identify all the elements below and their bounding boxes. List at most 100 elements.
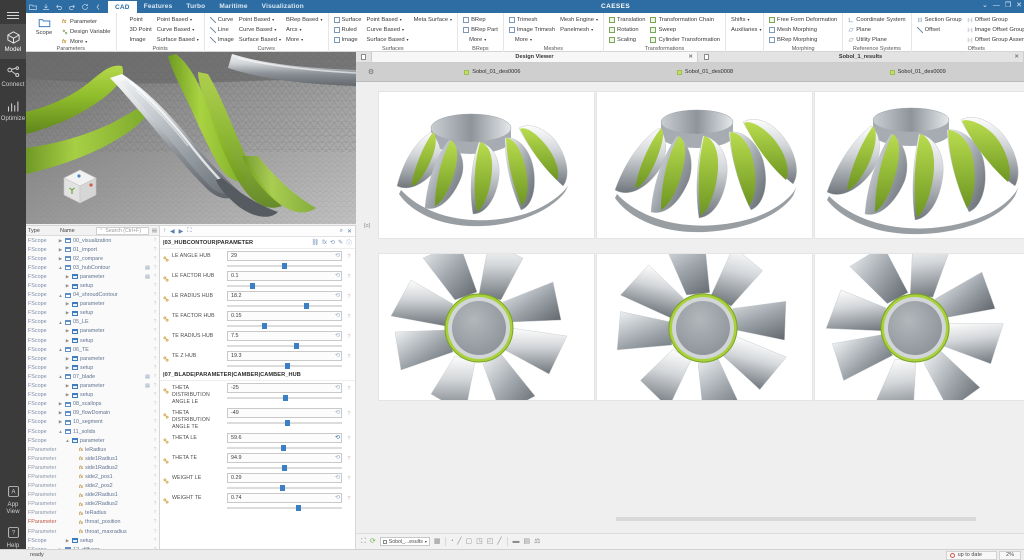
ribbon-item-offset-group-assembly[interactable]: Offset Group Assembly — [965, 35, 1024, 44]
slider-thumb[interactable] — [250, 283, 255, 289]
ribbon-item-section-group[interactable]: Section Group — [915, 15, 964, 24]
parameter-value-input[interactable] — [227, 311, 342, 321]
parameter-help-icon[interactable]: ? — [345, 453, 353, 462]
tree-row-help-icon[interactable]: ? — [151, 456, 159, 462]
ribbon-item-3d-point[interactable]: 3D Point — [120, 25, 154, 34]
tree-row-help-icon[interactable]: ? — [151, 265, 159, 271]
reset-icon[interactable]: ⟲ — [335, 333, 340, 339]
parameter-help-icon[interactable]: ? — [345, 331, 353, 340]
tree-row[interactable]: FScope▲04_shroudContour? — [26, 291, 159, 300]
tree-row[interactable]: FScope▶02_compare? — [26, 254, 159, 263]
rail-item-model[interactable]: Model — [0, 24, 26, 59]
design-thumb-2-axial[interactable] — [814, 253, 1024, 401]
parameter-help-icon[interactable]: ? — [345, 271, 353, 280]
tree-row-help-icon[interactable]: ? — [151, 401, 159, 407]
parameter-value-input[interactable] — [227, 473, 342, 483]
parameter-slider[interactable] — [227, 484, 342, 491]
mesh-icon[interactable]: ◰ — [487, 538, 494, 545]
tree-row-help-icon[interactable]: ? — [151, 519, 159, 525]
ribbon-item-curve[interactable]: Curve — [208, 15, 236, 24]
chevron-right-icon[interactable]: ▶ — [58, 401, 63, 407]
tree-row[interactable]: FScope▶parameter? — [26, 327, 159, 336]
refresh-icon[interactable]: ⟳ — [370, 538, 376, 545]
tree-row-help-icon[interactable]: ? — [151, 347, 159, 353]
parameter-slider[interactable] — [227, 342, 342, 349]
parameter-value-input[interactable] — [227, 291, 342, 301]
design-cell-1[interactable]: Sobol_01_des0008 — [599, 69, 812, 75]
tree-row[interactable]: FParameterfxside1Radius1? — [26, 454, 159, 463]
tree-row[interactable]: FScope▶08_scallops? — [26, 400, 159, 409]
info-icon[interactable]: ⓘ — [346, 238, 352, 247]
slider-thumb[interactable] — [281, 445, 286, 451]
tree-row[interactable]: FScope▲05_LE? — [26, 318, 159, 327]
ribbon-item-brep-morphing[interactable]: BRep Morphing — [767, 35, 839, 44]
parameter-value-input[interactable] — [227, 433, 342, 443]
chevron-right-icon[interactable]: ▶ — [65, 356, 70, 362]
rail-item-connect[interactable]: Connect — [0, 59, 26, 94]
parameter-slider[interactable] — [227, 419, 342, 426]
slider-thumb[interactable] — [282, 263, 287, 269]
ribbon-item-point[interactable]: Point — [120, 15, 154, 24]
tree-row[interactable]: FScope▶parameter? — [26, 354, 159, 363]
parameter-slider[interactable] — [227, 362, 342, 369]
close-icon[interactable]: ✕ — [688, 54, 693, 60]
parameter-value-input[interactable] — [227, 453, 342, 463]
search-icon[interactable]: ⌕ — [340, 228, 343, 235]
redo-icon[interactable] — [68, 3, 76, 11]
tree-row[interactable]: FScope▶parameter▤? — [26, 272, 159, 281]
parameter-value-input[interactable] — [227, 271, 342, 281]
scope-button[interactable]: Scope — [29, 15, 59, 46]
chevron-right-icon[interactable]: ▶ — [58, 256, 63, 262]
ribbon-item-brep[interactable]: BRep — [461, 15, 500, 24]
tree-row-help-icon[interactable]: ? — [151, 292, 159, 298]
ribbon-item-image-point[interactable]: Image — [120, 35, 154, 44]
chevron-right-icon[interactable]: ▶ — [65, 365, 70, 371]
reset-icon[interactable]: ⟲ — [335, 273, 340, 279]
tree-row[interactable]: FParameterfxside2Radius2? — [26, 500, 159, 509]
up-icon[interactable]: ↑ — [163, 228, 166, 234]
3d-viewport[interactable] — [26, 52, 356, 224]
chevron-right-icon[interactable]: ▶ — [65, 274, 70, 280]
slider-thumb[interactable] — [283, 395, 288, 401]
ribbon-item-offset-group[interactable]: Offset Group — [965, 15, 1024, 24]
ribbon-item-brep-part[interactable]: BRep Part — [461, 25, 500, 34]
brep-icon[interactable]: ◳ — [476, 538, 483, 545]
chevron-down-icon[interactable]: ▲ — [58, 265, 63, 270]
tree-row-help-icon[interactable]: ? — [151, 465, 159, 471]
tree-row-help-icon[interactable]: ? — [151, 328, 159, 334]
slider-thumb[interactable] — [282, 465, 287, 471]
ribbon-item-transformation-chain[interactable]: Transformation Chain — [648, 15, 722, 24]
chevron-right-icon[interactable]: ▶ — [65, 383, 70, 389]
ribbon-item-image-offset-group[interactable]: Image Offset Group — [965, 25, 1024, 34]
tree-row-help-icon[interactable]: ? — [151, 410, 159, 416]
parameter-slider[interactable] — [227, 504, 342, 511]
ribbon-tab-cad[interactable]: CAD — [108, 1, 137, 13]
slider-thumb[interactable] — [304, 303, 309, 309]
parameter-slider[interactable] — [227, 394, 342, 401]
ribbon-item-parameter[interactable]: fx Parameter — [60, 17, 113, 26]
back-icon[interactable]: ◀ — [170, 228, 175, 235]
chevron-right-icon[interactable]: ▶ — [65, 328, 70, 334]
close-icon[interactable]: ✕ — [347, 228, 352, 235]
edit-icon[interactable]: ✎ — [338, 239, 343, 246]
ribbon-item-curve-based-curves[interactable]: Curve Based▾ — [237, 25, 283, 34]
parameter-help-icon[interactable]: ? — [345, 251, 353, 260]
surface-icon[interactable]: ▢ — [465, 538, 472, 545]
tree-row-help-icon[interactable]: ? — [151, 338, 159, 344]
ribbon-item-mesh-morphing[interactable]: Mesh Morphing — [767, 25, 839, 34]
ribbon-item-cylinder-transformation[interactable]: Cylinder Transformation — [648, 35, 722, 44]
reset-icon[interactable]: ⟲ — [335, 435, 340, 441]
tree-row-help-icon[interactable]: ? — [151, 474, 159, 480]
close-icon[interactable]: ✕ — [1014, 54, 1019, 60]
tree-row[interactable]: FScope▶parameter? — [26, 300, 159, 309]
chevron-right-icon[interactable]: ▶ — [58, 419, 63, 425]
horizontal-scrollbar[interactable] — [616, 517, 976, 521]
tree-row-help-icon[interactable]: ? — [151, 319, 159, 325]
tree-row-help-icon[interactable]: ? — [151, 529, 159, 535]
tab-design-viewer[interactable]: Design Viewer ✕ — [372, 52, 698, 62]
ribbon-item-mesh-engine[interactable]: Mesh Engine▾ — [558, 15, 600, 24]
parameter-slider[interactable] — [227, 444, 342, 451]
ribbon-item-design-variable[interactable]: Design Variable — [60, 27, 113, 36]
tree-row[interactable]: FParameterfxleRadius? — [26, 445, 159, 454]
ribbon-item-utility-plane[interactable]: Utility Plane — [846, 35, 907, 44]
